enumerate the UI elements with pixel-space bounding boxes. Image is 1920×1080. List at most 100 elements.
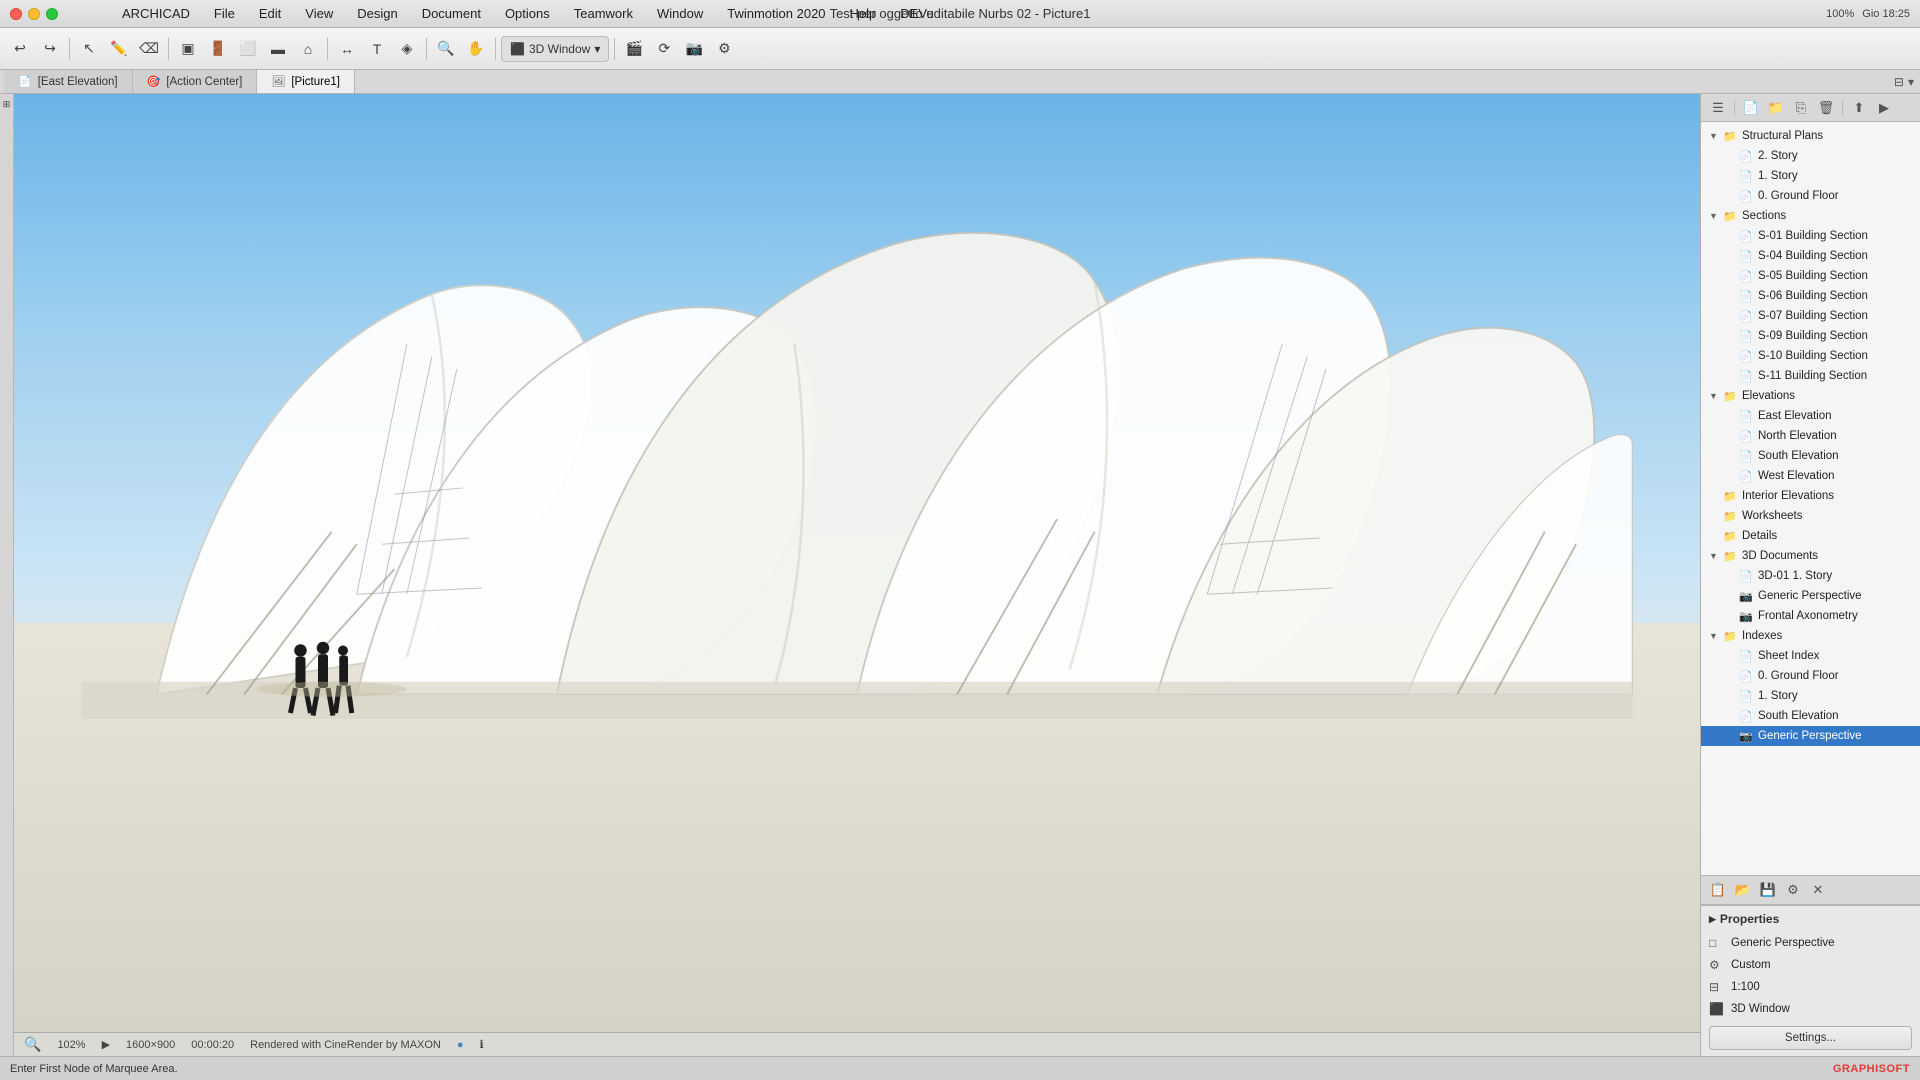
pan-tool[interactable]: ✋ bbox=[462, 35, 490, 63]
render-info-icon[interactable]: ℹ bbox=[480, 1038, 484, 1051]
nav-arrow[interactable]: ▶ bbox=[102, 1038, 110, 1051]
tree-item-s11[interactable]: 📄S-11 Building Section bbox=[1701, 366, 1920, 386]
tree-item-west-elev[interactable]: 📄West Elevation bbox=[1701, 466, 1920, 486]
tab-expand-button[interactable]: ▾ bbox=[1908, 75, 1914, 89]
clock: Gio 18:25 bbox=[1862, 8, 1910, 20]
door-tool[interactable]: 🚪 bbox=[204, 35, 232, 63]
close-button[interactable] bbox=[10, 8, 22, 20]
pen-tool[interactable]: ✏️ bbox=[105, 35, 133, 63]
tree-item-frontal-axon[interactable]: 📷Frontal Axonometry bbox=[1701, 606, 1920, 626]
tab-east-elevation[interactable]: 📄 [East Elevation] bbox=[4, 70, 133, 93]
tree-item-s04[interactable]: 📄S-04 Building Section bbox=[1701, 246, 1920, 266]
pointer-tool[interactable]: ↖ bbox=[75, 35, 103, 63]
eraser-tool[interactable]: ⌫ bbox=[135, 35, 163, 63]
tree-item-s09[interactable]: 📄S-09 Building Section bbox=[1701, 326, 1920, 346]
tree-item-south-elev[interactable]: 📄South Elevation bbox=[1701, 446, 1920, 466]
tree-item-interior-elev[interactable]: 📁Interior Elevations bbox=[1701, 486, 1920, 506]
tree-item-3d-01[interactable]: 📄3D-01 1. Story bbox=[1701, 566, 1920, 586]
tab-action-center[interactable]: 🎯 [Action Center] bbox=[133, 70, 258, 93]
window-tool[interactable]: ⬜ bbox=[234, 35, 262, 63]
tree-arrow-icon[interactable]: ▼ bbox=[1709, 391, 1723, 401]
menu-options[interactable]: Options bbox=[501, 4, 554, 23]
orbit-button[interactable]: ⟳ bbox=[650, 35, 678, 63]
fill-tool[interactable]: ◈ bbox=[393, 35, 421, 63]
toolbar-separator-3 bbox=[327, 38, 328, 60]
tree-item-structural-plans[interactable]: ▼📁Structural Plans bbox=[1701, 126, 1920, 146]
panel-action-new[interactable]: 📋 bbox=[1707, 879, 1729, 901]
menu-window[interactable]: Window bbox=[653, 4, 707, 23]
menu-file[interactable]: File bbox=[210, 4, 239, 23]
camera-button[interactable]: 📷 bbox=[680, 35, 708, 63]
slab-tool[interactable]: ▬ bbox=[264, 35, 292, 63]
redo-button[interactable]: ↪ bbox=[36, 35, 64, 63]
tree-item-elevations[interactable]: ▼📁Elevations bbox=[1701, 386, 1920, 406]
settings-button[interactable]: ⚙ bbox=[710, 35, 738, 63]
tree-arrow-icon[interactable]: ▼ bbox=[1709, 211, 1723, 221]
menu-archicad[interactable]: ARCHICAD bbox=[118, 4, 194, 23]
tree-item-s10[interactable]: 📄S-10 Building Section bbox=[1701, 346, 1920, 366]
dimension-tool[interactable]: ↔ bbox=[333, 35, 361, 63]
tree-item-story-1[interactable]: 📄1. Story bbox=[1701, 166, 1920, 186]
minimize-button[interactable] bbox=[28, 8, 40, 20]
panel-action-open[interactable]: 📂 bbox=[1732, 879, 1754, 901]
zoom-in[interactable]: 🔍 bbox=[432, 35, 460, 63]
menu-twinmotion[interactable]: Twinmotion 2020 bbox=[723, 4, 829, 23]
tree-item-generic-persp[interactable]: 📷Generic Perspective bbox=[1701, 586, 1920, 606]
tree-item-idx-south[interactable]: 📄South Elevation bbox=[1701, 706, 1920, 726]
tree-item-idx-story1[interactable]: 📄1. Story bbox=[1701, 686, 1920, 706]
tree-item-icon: 📁 bbox=[1723, 509, 1739, 523]
menu-edit[interactable]: Edit bbox=[255, 4, 285, 23]
undo-button[interactable]: ↩ bbox=[6, 35, 34, 63]
viewport[interactable]: 🔍 102% ▶ 1600×900 00:00:20 Rendered with… bbox=[14, 94, 1700, 1056]
panel-right-button[interactable]: ▶ bbox=[1873, 97, 1895, 119]
tree-arrow-icon[interactable]: ▼ bbox=[1709, 131, 1723, 141]
menu-document[interactable]: Document bbox=[418, 4, 485, 23]
tree-item-s01[interactable]: 📄S-01 Building Section bbox=[1701, 226, 1920, 246]
tree-item-sheet-index[interactable]: 📄Sheet Index bbox=[1701, 646, 1920, 666]
menu-design[interactable]: Design bbox=[353, 4, 401, 23]
panel-action-bar: 📋 📂 💾 ⚙ ✕ bbox=[1701, 875, 1920, 905]
panel-folder-button[interactable]: 📁 bbox=[1765, 97, 1787, 119]
render-button[interactable]: 🎬 bbox=[620, 35, 648, 63]
panel-delete-button[interactable]: 🗑 bbox=[1815, 97, 1837, 119]
tree-item-indexes[interactable]: ▼📁Indexes bbox=[1701, 626, 1920, 646]
view-mode-selector[interactable]: ⬛ 3D Window ▾ bbox=[501, 36, 609, 62]
panel-new-button[interactable]: 📄 bbox=[1740, 97, 1762, 119]
tree-arrow-icon[interactable]: ▼ bbox=[1709, 551, 1723, 561]
menu-view[interactable]: View bbox=[301, 4, 337, 23]
settings-button[interactable]: Settings... bbox=[1709, 1026, 1912, 1050]
tree-item-s06[interactable]: 📄S-06 Building Section bbox=[1701, 286, 1920, 306]
panel-copy-button[interactable]: ⎘ bbox=[1790, 97, 1812, 119]
toolbar-separator-4 bbox=[426, 38, 427, 60]
tree-item-north-elev[interactable]: 📄North Elevation bbox=[1701, 426, 1920, 446]
panel-action-save[interactable]: 💾 bbox=[1757, 879, 1779, 901]
tab-picture1[interactable]: 🖼 [Picture1] bbox=[257, 70, 355, 93]
panel-action-close[interactable]: ✕ bbox=[1807, 879, 1829, 901]
tree-arrow-icon[interactable]: ▼ bbox=[1709, 631, 1723, 641]
tree-item-idx-generic[interactable]: 📷Generic Perspective bbox=[1701, 726, 1920, 746]
grid-icon[interactable]: ⊞ bbox=[1, 98, 13, 110]
tree-item-worksheets[interactable]: 📁Worksheets bbox=[1701, 506, 1920, 526]
wall-tool[interactable]: ▣ bbox=[174, 35, 202, 63]
tab-collapse-button[interactable]: ⊟ bbox=[1894, 75, 1904, 89]
render-info: Rendered with CineRender by MAXON bbox=[250, 1039, 441, 1051]
text-tool[interactable]: T bbox=[363, 35, 391, 63]
panel-action-settings[interactable]: ⚙ bbox=[1782, 879, 1804, 901]
zoom-icon[interactable]: 🔍 bbox=[24, 1036, 41, 1053]
tree-item-3d-documents[interactable]: ▼📁3D Documents bbox=[1701, 546, 1920, 566]
panel-up-button[interactable]: ⬆ bbox=[1848, 97, 1870, 119]
maximize-button[interactable] bbox=[46, 8, 58, 20]
menu-teamwork[interactable]: Teamwork bbox=[570, 4, 637, 23]
tree-item-details[interactable]: 📁Details bbox=[1701, 526, 1920, 546]
tree-item-idx-ground[interactable]: 📄0. Ground Floor bbox=[1701, 666, 1920, 686]
tree-item-story-2[interactable]: 📄2. Story bbox=[1701, 146, 1920, 166]
tree-item-story-0[interactable]: 📄0. Ground Floor bbox=[1701, 186, 1920, 206]
tree-item-sections[interactable]: ▼📁Sections bbox=[1701, 206, 1920, 226]
tree-item-icon: 📄 bbox=[1739, 649, 1755, 663]
tree-item-s07[interactable]: 📄S-07 Building Section bbox=[1701, 306, 1920, 326]
tree-item-east-elev[interactable]: 📄East Elevation bbox=[1701, 406, 1920, 426]
panel-list-view-button[interactable]: ☰ bbox=[1707, 97, 1729, 119]
roof-tool[interactable]: ⌂ bbox=[294, 35, 322, 63]
tree-item-icon: 📷 bbox=[1739, 729, 1755, 743]
tree-item-s05[interactable]: 📄S-05 Building Section bbox=[1701, 266, 1920, 286]
